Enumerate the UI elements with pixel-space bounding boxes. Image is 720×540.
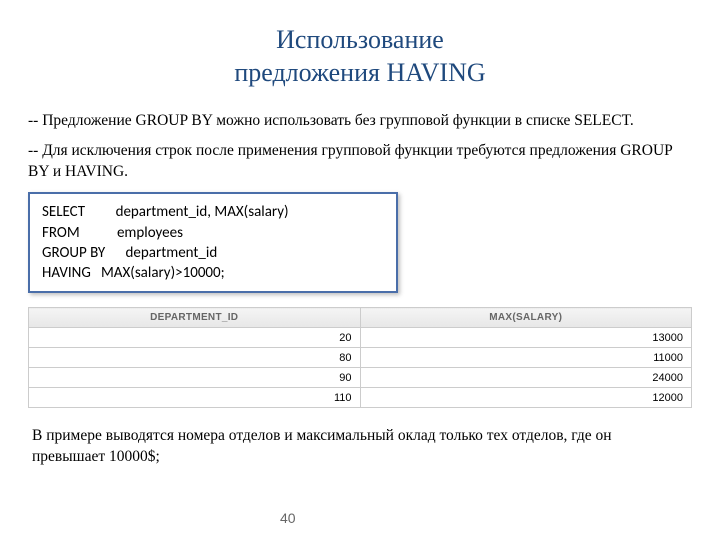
cell-dept: 20 [29,328,361,348]
table-row: 20 13000 [29,328,692,348]
result-table: DEPARTMENT_ID MAX(SALARY) 20 13000 80 11… [28,307,692,408]
page-number: 40 [280,510,296,526]
paragraph-2: -- Для исключения строк после применения… [28,141,692,182]
cell-max: 24000 [360,368,692,388]
sql-line-1: SELECT department_id, MAX(salary) [42,203,289,221]
sql-line-2: FROM employees [42,224,183,242]
title-line-2: предложения HAVING [88,57,632,90]
sql-code-box: SELECT department_id, MAX(salary) FROM e… [28,192,398,293]
cell-dept: 80 [29,348,361,368]
table-row: 80 11000 [29,348,692,368]
slide-title: Использование предложения HAVING [28,24,692,89]
cell-max: 11000 [360,348,692,368]
cell-max: 13000 [360,328,692,348]
cell-max: 12000 [360,388,692,408]
paragraph-1: -- Предложение GROUP BY можно использова… [28,111,692,131]
cell-dept: 110 [29,388,361,408]
table-row: 110 12000 [29,388,692,408]
table-header-row: DEPARTMENT_ID MAX(SALARY) [29,308,692,328]
col-header-max: MAX(SALARY) [360,308,692,328]
table-row: 90 24000 [29,368,692,388]
col-header-dept: DEPARTMENT_ID [29,308,361,328]
sql-line-4: HAVING MAX(salary)>10000; [42,264,225,282]
sql-line-3: GROUP BY department_id [42,244,217,262]
example-caption: В примере выводятся номера отделов и мак… [28,426,692,467]
title-line-1: Использование [88,24,632,57]
cell-dept: 90 [29,368,361,388]
